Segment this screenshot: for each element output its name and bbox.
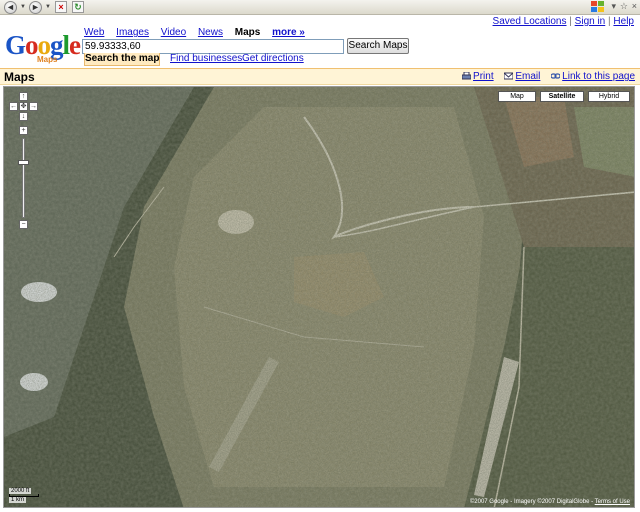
windows-logo-icon xyxy=(591,1,604,13)
pan-center-icon[interactable]: ✥ xyxy=(19,102,28,111)
stop-icon[interactable]: × xyxy=(55,1,67,13)
sign-in-link[interactable]: Sign in xyxy=(575,16,606,27)
zoom-control: ↑ ← ✥ → ↓ + − xyxy=(6,90,38,230)
pan-left-icon[interactable]: ← xyxy=(9,102,18,111)
favorites-icon[interactable]: ☆ xyxy=(620,1,628,12)
forward-dropdown-icon[interactable]: ▼ xyxy=(45,4,51,10)
email-icon xyxy=(504,72,514,80)
search-maps-button[interactable]: Search Maps xyxy=(347,38,409,54)
printer-icon xyxy=(462,72,472,80)
zoom-out-icon[interactable]: − xyxy=(19,220,28,229)
maps-header-bar: Maps Print Email Link to this page xyxy=(0,68,640,85)
terms-of-use-link[interactable]: Terms of Use xyxy=(595,499,630,505)
forward-icon[interactable]: ► xyxy=(29,1,42,14)
pan-down-icon[interactable]: ↓ xyxy=(19,112,28,121)
logo-letter: e xyxy=(69,30,81,60)
copyright-text: ©2007 Google - Imagery ©2007 DigitalGlob… xyxy=(469,499,594,505)
pan-up-icon[interactable]: ↑ xyxy=(19,92,28,101)
scale-km-label: 1 km xyxy=(9,497,27,503)
satellite-imagery xyxy=(4,87,634,507)
page-title: Maps xyxy=(4,70,35,84)
minimize-icon[interactable]: ▾ xyxy=(611,1,616,12)
nav-images[interactable]: Images xyxy=(116,27,149,38)
map-scale: 2000 ft 1 km xyxy=(9,488,39,503)
tab-search-the-map[interactable]: Search the map xyxy=(84,53,160,66)
separator: | xyxy=(569,16,572,27)
pan-right-icon[interactable]: → xyxy=(29,102,38,111)
satellite-map[interactable]: Map Satellite Hybrid ↑ ← ✥ → ↓ + − 2000 … xyxy=(3,86,635,508)
print-link[interactable]: Print xyxy=(473,71,494,82)
zoom-in-icon[interactable]: + xyxy=(19,126,28,135)
separator: | xyxy=(608,16,611,27)
help-link[interactable]: Help xyxy=(613,16,634,27)
search-nav: Web Images Video News Maps more » xyxy=(84,27,314,38)
back-dropdown-icon[interactable]: ▼ xyxy=(20,4,26,10)
close-icon[interactable]: × xyxy=(632,1,637,11)
tab-get-directions[interactable]: Get directions xyxy=(242,53,304,64)
map-type-hybrid-button[interactable]: Hybrid xyxy=(588,91,630,102)
zoom-slider-track[interactable] xyxy=(22,138,25,218)
link-icon xyxy=(551,73,561,79)
back-icon[interactable]: ◄ xyxy=(4,1,17,14)
link-to-page[interactable]: Link to this page xyxy=(562,71,635,82)
logo-letter: G xyxy=(5,30,26,60)
refresh-icon[interactable]: ↻ xyxy=(72,1,84,13)
nav-maps: Maps xyxy=(234,27,261,38)
email-link[interactable]: Email xyxy=(515,71,540,82)
nav-web[interactable]: Web xyxy=(84,27,104,38)
saved-locations-link[interactable]: Saved Locations xyxy=(493,16,567,27)
browser-toolbar: ◄ ▼ ► ▼ × ↻ ▾ ☆ × xyxy=(0,0,640,15)
logo-letter: o xyxy=(25,30,38,60)
maps-actions: Print Email Link to this page xyxy=(462,71,635,82)
nav-news[interactable]: News xyxy=(198,27,223,38)
map-copyright: ©2007 Google - Imagery ©2007 DigitalGlob… xyxy=(470,499,630,505)
zoom-slider-thumb[interactable] xyxy=(18,160,29,165)
logo-maps-subtitle: Maps xyxy=(37,55,58,64)
nav-more[interactable]: more » xyxy=(272,27,305,38)
map-type-map-button[interactable]: Map xyxy=(498,91,536,102)
map-type-satellite-button[interactable]: Satellite xyxy=(540,91,584,102)
tab-find-businesses[interactable]: Find businesses xyxy=(170,53,242,64)
account-links: Saved Locations | Sign in | Help xyxy=(493,16,634,27)
nav-video[interactable]: Video xyxy=(161,27,186,38)
search-input[interactable] xyxy=(82,39,344,54)
